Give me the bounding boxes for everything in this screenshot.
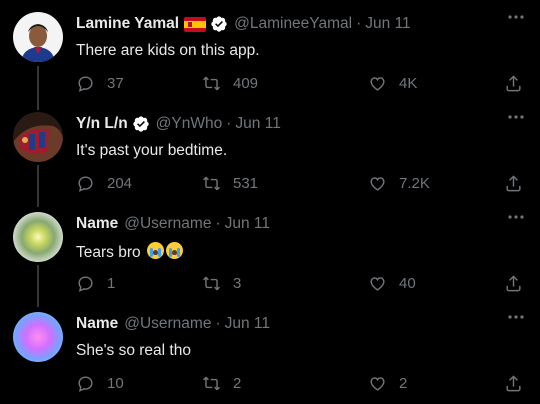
- tweet-actions: 37 409 4K: [76, 74, 526, 96]
- tweet-text: She's so real tho: [76, 342, 191, 359]
- tweet-header: Lamine Yamal @LamineeYamal · Jun 11: [76, 14, 411, 34]
- reply-icon: [78, 276, 93, 292]
- verified-badge-icon: [132, 116, 149, 132]
- share-icon: [506, 275, 521, 292]
- reply-icon: [78, 376, 93, 392]
- tweet-actions: 1 3 40: [76, 274, 526, 296]
- username-handle[interactable]: @Username: [124, 215, 211, 233]
- separator-dot: ·: [215, 315, 221, 332]
- more-options-icon[interactable]: [506, 310, 526, 324]
- reply-button[interactable]: 37: [76, 74, 124, 93]
- avatar[interactable]: [13, 312, 63, 362]
- tweet-date[interactable]: Jun 11: [225, 215, 270, 233]
- retweet-count: 3: [233, 275, 242, 292]
- display-name[interactable]: Y/n L/n: [76, 115, 128, 133]
- share-icon: [506, 375, 521, 392]
- retweet-button[interactable]: 3: [202, 274, 241, 293]
- username-handle[interactable]: @LamineeYamal: [234, 15, 352, 33]
- tweet-text: There are kids on this app.: [76, 42, 260, 59]
- tweet[interactable]: Name @Username · Jun 11 She's so real th…: [0, 300, 540, 400]
- like-count: 2: [399, 375, 408, 392]
- reply-count: 1: [107, 275, 116, 292]
- avatar[interactable]: [13, 112, 63, 162]
- retweet-icon: [203, 376, 220, 391]
- tweet-actions: 10 2 2: [76, 374, 526, 396]
- separator-dot: ·: [356, 15, 362, 32]
- heart-icon: [370, 277, 385, 291]
- avatar[interactable]: [13, 212, 63, 262]
- reply-icon: [78, 176, 93, 192]
- heart-icon: [370, 77, 385, 91]
- username-handle[interactable]: @YnWho: [156, 115, 223, 133]
- separator-dot: ·: [226, 115, 232, 132]
- like-button[interactable]: 7.2K: [368, 174, 430, 193]
- like-count: 4K: [399, 75, 418, 92]
- tweet-text: It's past your bedtime.: [76, 142, 228, 159]
- reply-button[interactable]: 10: [76, 374, 124, 393]
- retweet-icon: [203, 276, 220, 291]
- reply-button[interactable]: 1: [76, 274, 115, 293]
- like-count: 7.2K: [399, 175, 430, 192]
- avatar[interactable]: [13, 12, 63, 62]
- retweet-icon: [203, 176, 220, 191]
- heart-icon: [370, 377, 385, 391]
- retweet-count: 531: [233, 175, 259, 192]
- heart-icon: [370, 177, 385, 191]
- like-button[interactable]: 4K: [368, 74, 417, 93]
- verified-badge-icon: [211, 16, 227, 32]
- retweet-button[interactable]: 409: [202, 74, 258, 93]
- display-name[interactable]: Name: [76, 215, 118, 233]
- more-options-icon[interactable]: [506, 10, 526, 24]
- tweet-header: Name @Username · Jun 11: [76, 314, 270, 334]
- display-name[interactable]: Lamine Yamal: [76, 15, 179, 33]
- tweet-text-content: Tears bro: [76, 244, 141, 261]
- reply-count: 204: [107, 175, 133, 192]
- share-button[interactable]: [504, 374, 523, 393]
- tweet-header: Y/n L/n @YnWho · Jun 11: [76, 114, 281, 134]
- like-button[interactable]: 2: [368, 374, 407, 393]
- tweet-date[interactable]: Jun 11: [235, 115, 280, 133]
- display-name[interactable]: Name: [76, 315, 118, 333]
- like-button[interactable]: 40: [368, 274, 416, 293]
- more-options-icon[interactable]: [506, 110, 526, 124]
- tweet-actions: 204 531 7.2K: [76, 174, 526, 196]
- retweet-icon: [203, 76, 220, 91]
- share-icon: [506, 75, 521, 92]
- reply-button[interactable]: 204: [76, 174, 132, 193]
- reply-icon: [78, 76, 93, 92]
- share-button[interactable]: [504, 274, 523, 293]
- tweet[interactable]: Name @Username · Jun 11 Tears bro 1 3 40: [0, 200, 540, 300]
- tweet-text: Tears bro: [76, 242, 183, 262]
- more-options-icon[interactable]: [506, 210, 526, 224]
- retweet-button[interactable]: 531: [202, 174, 258, 193]
- reply-count: 37: [107, 75, 124, 92]
- tweet-header: Name @Username · Jun 11: [76, 214, 270, 234]
- separator-dot: ·: [215, 215, 221, 232]
- loudly-crying-face-icon: [146, 242, 164, 259]
- tweet-date[interactable]: Jun 11: [365, 15, 410, 33]
- retweet-button[interactable]: 2: [202, 374, 241, 393]
- like-count: 40: [399, 275, 416, 292]
- tweet[interactable]: Y/n L/n @YnWho · Jun 11 It's past your b…: [0, 100, 540, 200]
- spain-flag-icon: [184, 16, 207, 32]
- tweet-date[interactable]: Jun 11: [225, 315, 270, 333]
- username-handle[interactable]: @Username: [124, 315, 211, 333]
- retweet-count: 2: [233, 375, 242, 392]
- share-button[interactable]: [504, 174, 523, 193]
- reply-count: 10: [107, 375, 124, 392]
- share-button[interactable]: [504, 74, 523, 93]
- tweet[interactable]: Lamine Yamal @LamineeYamal · Jun 11 Ther…: [0, 0, 540, 100]
- loudly-crying-face-icon: [165, 242, 183, 259]
- retweet-count: 409: [233, 75, 259, 92]
- share-icon: [506, 175, 521, 192]
